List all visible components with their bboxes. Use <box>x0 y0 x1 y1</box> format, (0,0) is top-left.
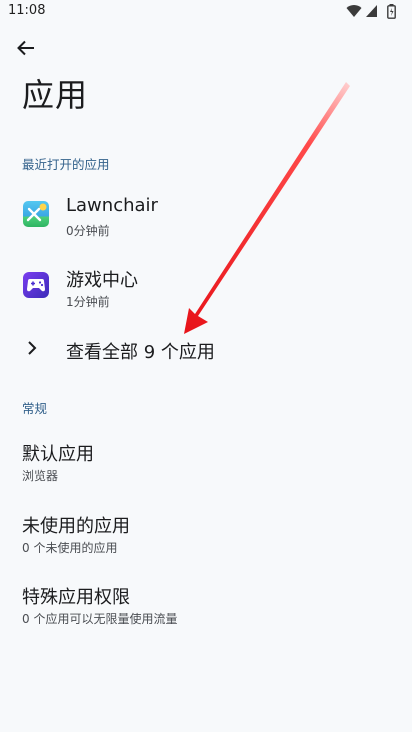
status-time: 11:08 <box>8 3 46 18</box>
app-name: 游戏中心 <box>66 270 138 291</box>
battery-icon <box>387 4 396 19</box>
setting-subtitle: 0 个未使用的应用 <box>22 541 118 555</box>
setting-title: 特殊应用权限 <box>22 587 130 608</box>
setting-title: 未使用的应用 <box>22 516 130 537</box>
default-apps-item[interactable]: 默认应用 浏览器 <box>0 436 412 496</box>
special-app-access-item[interactable]: 特殊应用权限 0 个应用可以无限量使用流量 <box>0 579 412 639</box>
app-last-used: 0分钟前 <box>66 224 110 238</box>
setting-title: 默认应用 <box>22 444 94 465</box>
setting-subtitle: 浏览器 <box>22 469 59 483</box>
see-all-apps-button[interactable]: 查看全部 9 个应用 <box>0 326 412 372</box>
status-bar: 11:08 <box>0 0 412 24</box>
app-name: Lawnchair <box>66 195 158 216</box>
signal-icon <box>366 5 377 17</box>
unused-apps-item[interactable]: 未使用的应用 0 个未使用的应用 <box>0 508 412 568</box>
setting-subtitle: 0 个应用可以无限量使用流量 <box>22 612 178 626</box>
general-header: 常规 <box>22 401 48 416</box>
arrow-back-icon <box>17 40 34 56</box>
recent-app-game-center[interactable]: 游戏中心 1分钟前 <box>0 255 412 325</box>
page-title: 应用 <box>22 76 89 114</box>
chevron-right-icon <box>28 341 37 355</box>
recent-apps-header: 最近打开的应用 <box>22 157 110 172</box>
back-button[interactable] <box>8 32 44 64</box>
lawnchair-icon <box>23 201 49 227</box>
app-last-used: 1分钟前 <box>66 295 110 309</box>
see-all-apps-label: 查看全部 9 个应用 <box>66 342 215 363</box>
recent-app-lawnchair[interactable]: Lawnchair 0分钟前 <box>0 184 412 254</box>
game-center-icon <box>23 272 49 298</box>
wifi-icon <box>346 5 362 18</box>
